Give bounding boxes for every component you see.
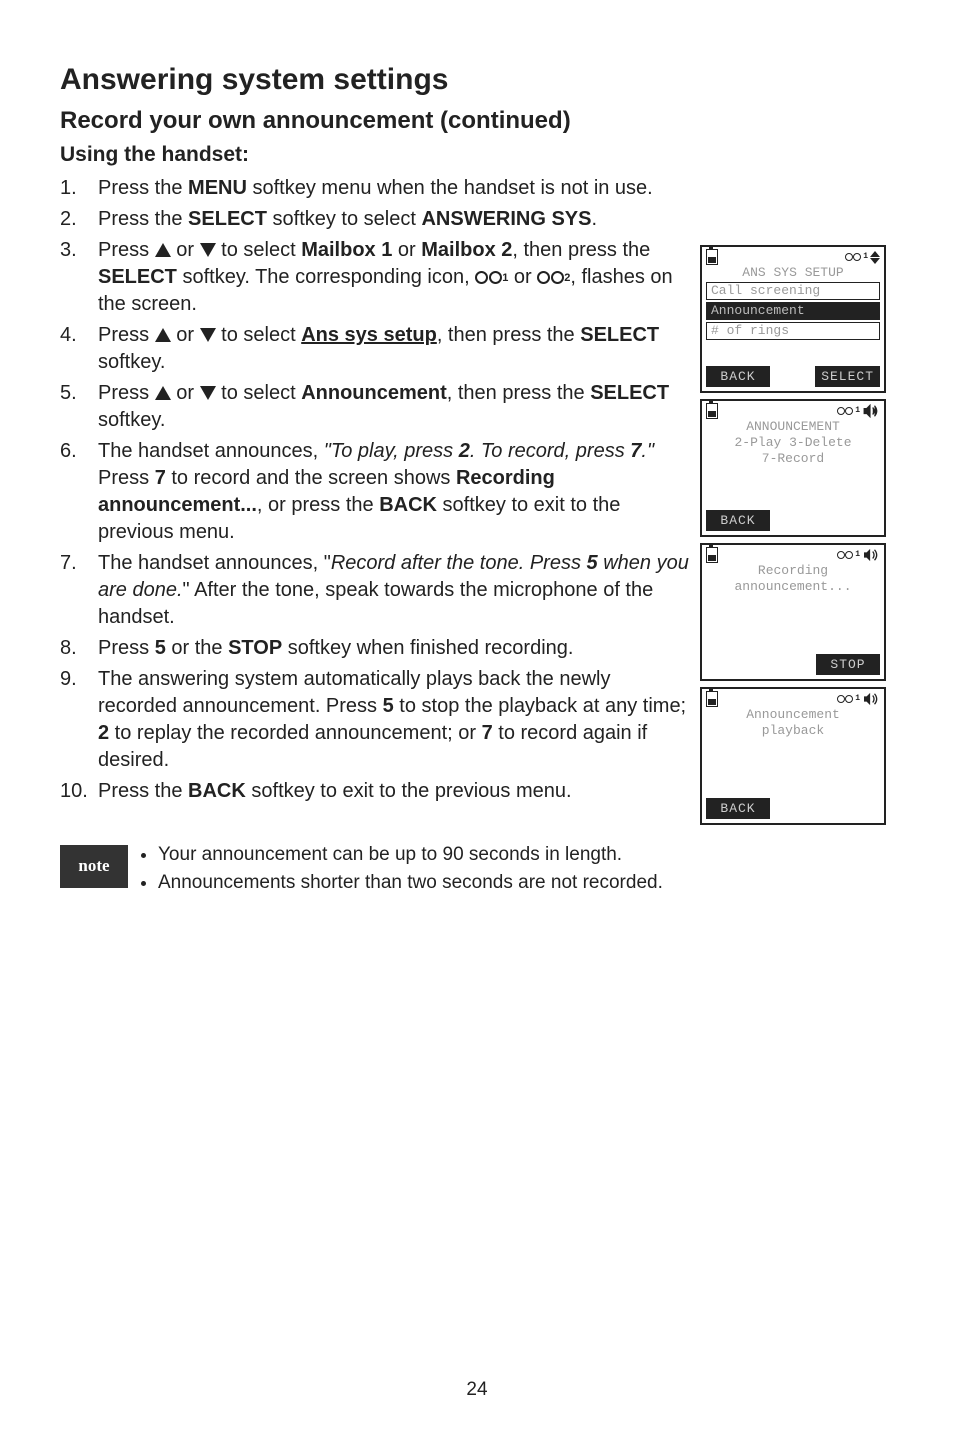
announcement-label: Announcement <box>301 382 447 404</box>
key-5: 5 <box>587 552 598 574</box>
key-7: 7 <box>482 722 493 744</box>
screen-highlight: Announcement <box>706 302 880 320</box>
mailbox2-label: Mailbox 2 <box>421 239 512 261</box>
back-label: BACK <box>379 494 437 516</box>
screen-line: 2-Play 3-Delete <box>702 435 884 451</box>
up-arrow-icon <box>155 328 171 342</box>
screen-playback: 1 Announcement playback BACK <box>700 687 886 825</box>
note-item: Your announcement can be up to 90 second… <box>158 841 663 869</box>
note-item: Announcements shorter than two seconds a… <box>158 869 663 897</box>
select-label: SELECT <box>590 382 669 404</box>
up-arrow-icon <box>155 243 171 257</box>
screen-line: playback <box>702 723 884 739</box>
step-7: The handset announces, "Record after the… <box>60 550 692 631</box>
key-7: 7 <box>630 440 641 462</box>
prompt-text: ." <box>641 440 654 462</box>
key-5: 5 <box>383 695 394 717</box>
answering-sys-label: ANSWERING SYS <box>421 208 591 230</box>
subtitle: Record your own announcement (continued) <box>60 105 894 137</box>
text: The handset announces, " <box>98 552 331 574</box>
battery-icon <box>706 249 718 265</box>
screen-title: ANNOUNCEMENT <box>702 419 884 435</box>
text: , or press the <box>257 494 379 516</box>
tape-icon <box>837 695 853 703</box>
page-title: Answering system settings <box>60 60 894 101</box>
step-1: Press the MENU softkey menu when the han… <box>60 175 894 202</box>
battery-icon <box>706 403 718 419</box>
mailbox1-label: Mailbox 1 <box>301 239 392 261</box>
speaker-icon <box>862 404 880 418</box>
stop-softkey: STOP <box>816 654 880 676</box>
screen-recording: 1 Recording announcement... STOP <box>700 543 886 681</box>
step-5: Press or to select Announcement, then pr… <box>60 380 692 434</box>
select-label: SELECT <box>580 324 659 346</box>
screen-line: announcement... <box>702 579 884 595</box>
screen-line: 7-Record <box>702 451 884 467</box>
back-softkey: BACK <box>706 798 770 820</box>
tape-icon <box>837 551 853 559</box>
step-9: The answering system automatically plays… <box>60 666 692 774</box>
updown-icon <box>870 251 880 264</box>
down-arrow-icon <box>200 328 216 342</box>
screen-line: Recording <box>702 563 884 579</box>
screen-line: Announcement <box>702 707 884 723</box>
select-label: SELECT <box>98 266 177 288</box>
screen-line: # of rings <box>706 322 880 340</box>
step-10: Press the BACK softkey to exit to the pr… <box>60 778 692 805</box>
step-8: Press 5 or the STOP softkey when finishe… <box>60 635 692 662</box>
screen-announcement-menu: 1 ANNOUNCEMENT 2-Play 3-Delete 7-Record … <box>700 399 886 537</box>
speaker-icon <box>862 548 880 562</box>
up-arrow-icon <box>155 386 171 400</box>
down-arrow-icon <box>200 243 216 257</box>
back-label: BACK <box>188 780 246 802</box>
key-2: 2 <box>459 440 470 462</box>
screen-line: Call screening <box>706 282 880 300</box>
screen-title: ANS SYS SETUP <box>702 265 884 281</box>
step-2: Press the SELECT softkey to select ANSWE… <box>60 206 894 233</box>
prompt-text: Record after the tone. Press <box>331 552 587 574</box>
back-softkey: BACK <box>706 510 770 532</box>
step-4: Press or to select Ans sys setup, then p… <box>60 322 692 376</box>
screen-illustrations: 1 ANS SYS SETUP Call screening Announcem… <box>700 245 894 825</box>
note-badge: note <box>60 845 128 888</box>
prompt-text: "To play, press <box>324 440 459 462</box>
steps-list: Press the MENU softkey menu when the han… <box>60 175 894 233</box>
stop-label: STOP <box>228 637 282 659</box>
text: to record and the screen shows <box>166 467 456 489</box>
down-arrow-icon <box>200 386 216 400</box>
key-5: 5 <box>155 637 166 659</box>
screen-ans-sys-setup: 1 ANS SYS SETUP Call screening Announcem… <box>700 245 886 393</box>
key-7: 7 <box>155 467 166 489</box>
ans-sys-setup-label: Ans sys setup <box>301 324 437 346</box>
tape-icon <box>845 253 861 261</box>
battery-icon <box>706 691 718 707</box>
select-softkey: SELECT <box>815 366 880 388</box>
using-heading: Using the handset: <box>60 141 894 169</box>
back-softkey: BACK <box>706 366 770 388</box>
prompt-text: . To record, press <box>470 440 630 462</box>
select-label: SELECT <box>188 208 267 230</box>
page-number: 24 <box>60 1377 894 1403</box>
speaker-icon <box>862 692 880 706</box>
step-6: The handset announces, "To play, press 2… <box>60 438 692 546</box>
steps-continued: Press or to select Mailbox 1 or Mailbox … <box>60 237 692 805</box>
text: Press <box>98 467 155 489</box>
tape-icon-2: 2 <box>537 271 570 286</box>
tape-icon <box>837 407 853 415</box>
note-block: note Your announcement can be up to 90 s… <box>60 841 894 896</box>
tape-icon-1: 1 <box>475 271 508 286</box>
battery-icon <box>706 547 718 563</box>
step-3: Press or to select Mailbox 1 or Mailbox … <box>60 237 692 318</box>
key-2: 2 <box>98 722 109 744</box>
menu-softkey-label: MENU <box>188 177 247 199</box>
